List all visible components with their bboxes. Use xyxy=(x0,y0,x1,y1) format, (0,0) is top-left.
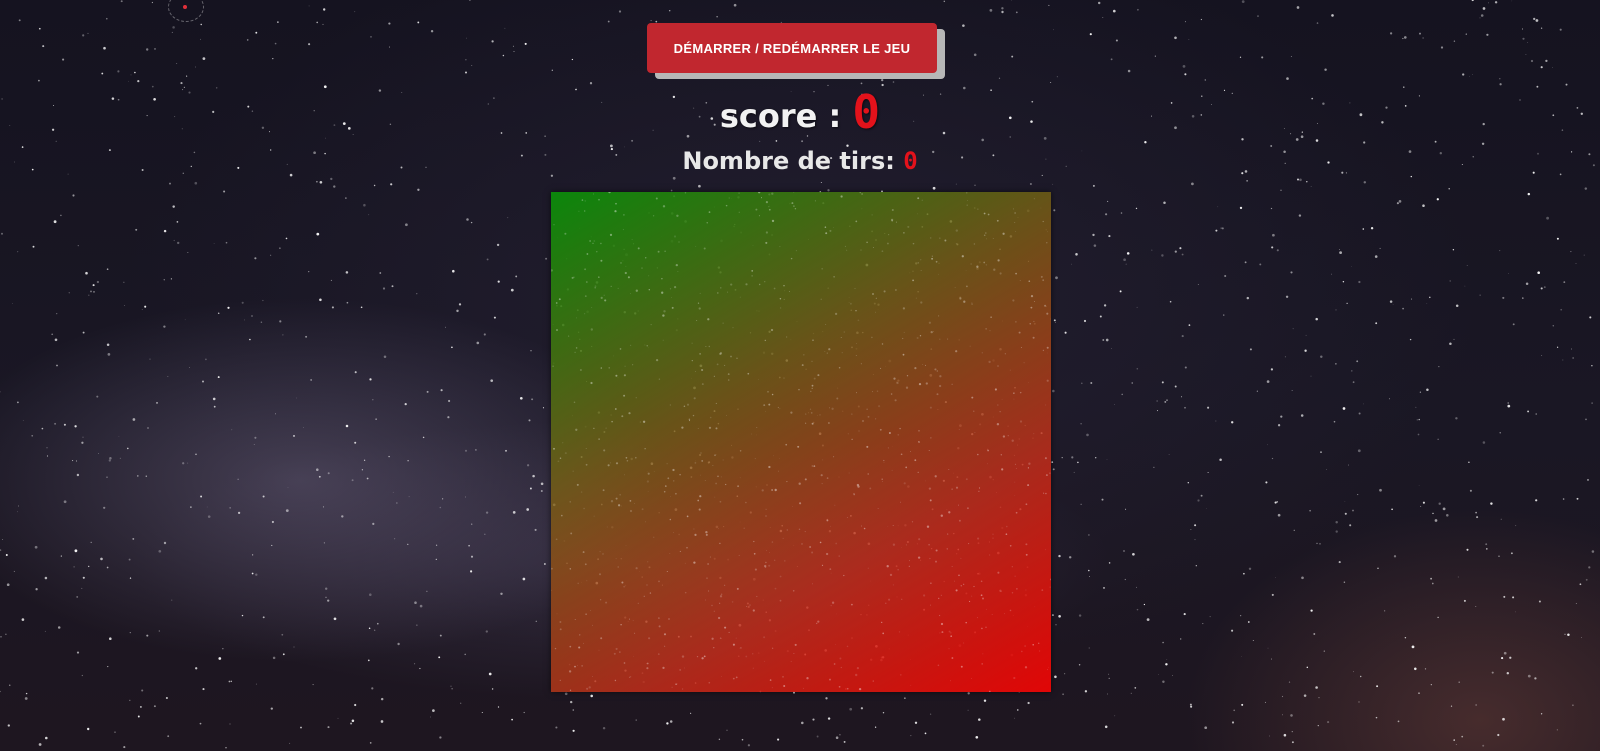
shots-display: Nombre de tirs: 0 xyxy=(0,143,1600,179)
score-value: 0 xyxy=(852,85,881,139)
score-display: score : 0 xyxy=(0,85,1600,144)
game-board-texture xyxy=(551,192,1051,692)
shots-label: Nombre de tirs: xyxy=(682,147,904,175)
game-board[interactable] xyxy=(551,192,1051,692)
start-restart-game-button[interactable]: DÉMARRER / REDÉMARRER LE JEU xyxy=(647,23,937,73)
score-label: score : xyxy=(719,97,853,135)
target-dot-icon xyxy=(183,5,187,9)
shots-value: 0 xyxy=(903,147,918,175)
